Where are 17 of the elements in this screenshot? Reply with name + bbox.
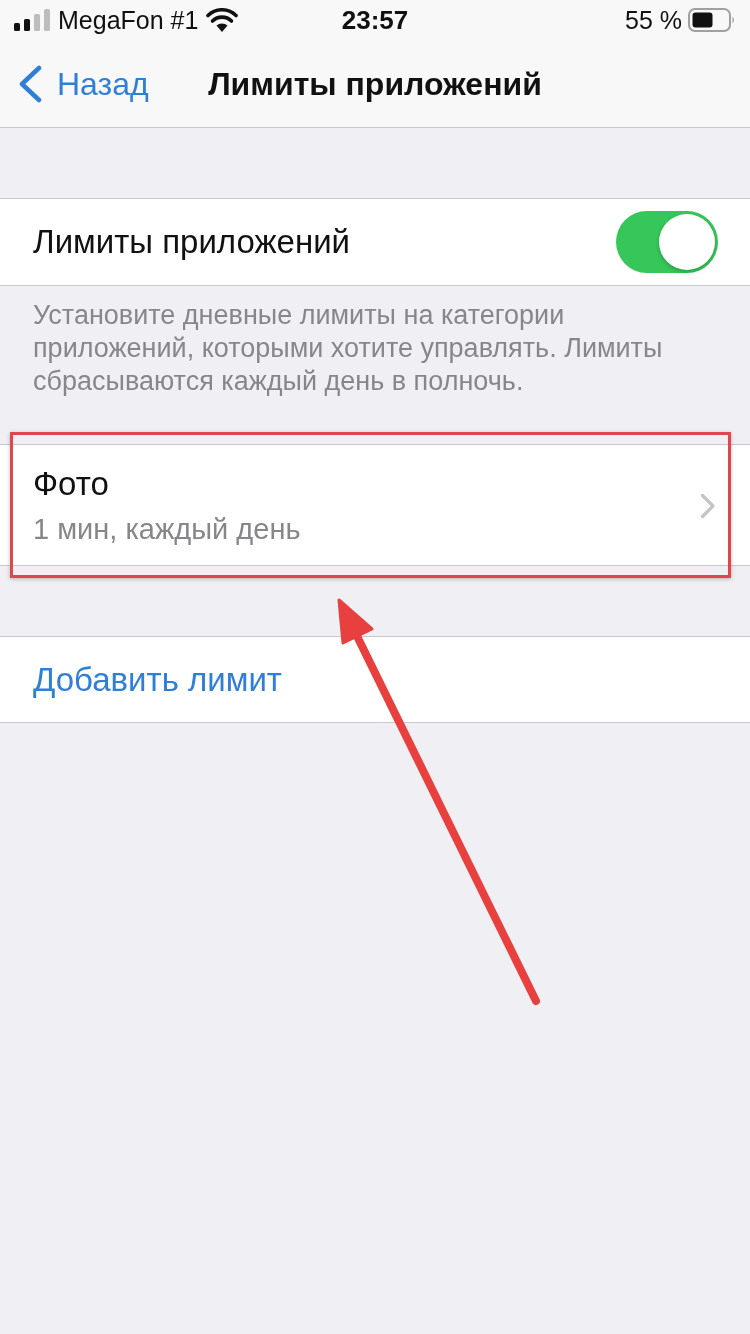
section-footer-text: Установите дневные лимиты на категории приложений, которыми хотите управлять. Лимиты сбрасываются каждый день в полночь.: [32, 299, 664, 398]
limit-row[interactable]: Фото 1 мин, каждый день: [0, 444, 750, 566]
limit-detail: 1 мин, каждый день: [33, 512, 301, 547]
chevron-right-icon: [700, 492, 716, 519]
back-button[interactable]: Назад: [0, 63, 149, 104]
clock-time: 23:57: [341, 5, 409, 35]
toggle-switch[interactable]: [616, 211, 718, 273]
screen-title: Лимиты приложений: [208, 64, 542, 104]
back-chevron-icon: [18, 64, 42, 103]
signal-bars-icon: [14, 9, 50, 31]
limit-title: Фото: [33, 464, 110, 504]
toggle-label: Лимиты приложений: [33, 222, 350, 262]
add-limit-button[interactable]: Добавить лимит: [0, 636, 750, 723]
battery-icon: [688, 8, 736, 32]
carrier-name: MegaFon #1: [58, 5, 199, 35]
wifi-icon: [206, 8, 239, 32]
battery-percent: 55 %: [625, 5, 682, 35]
